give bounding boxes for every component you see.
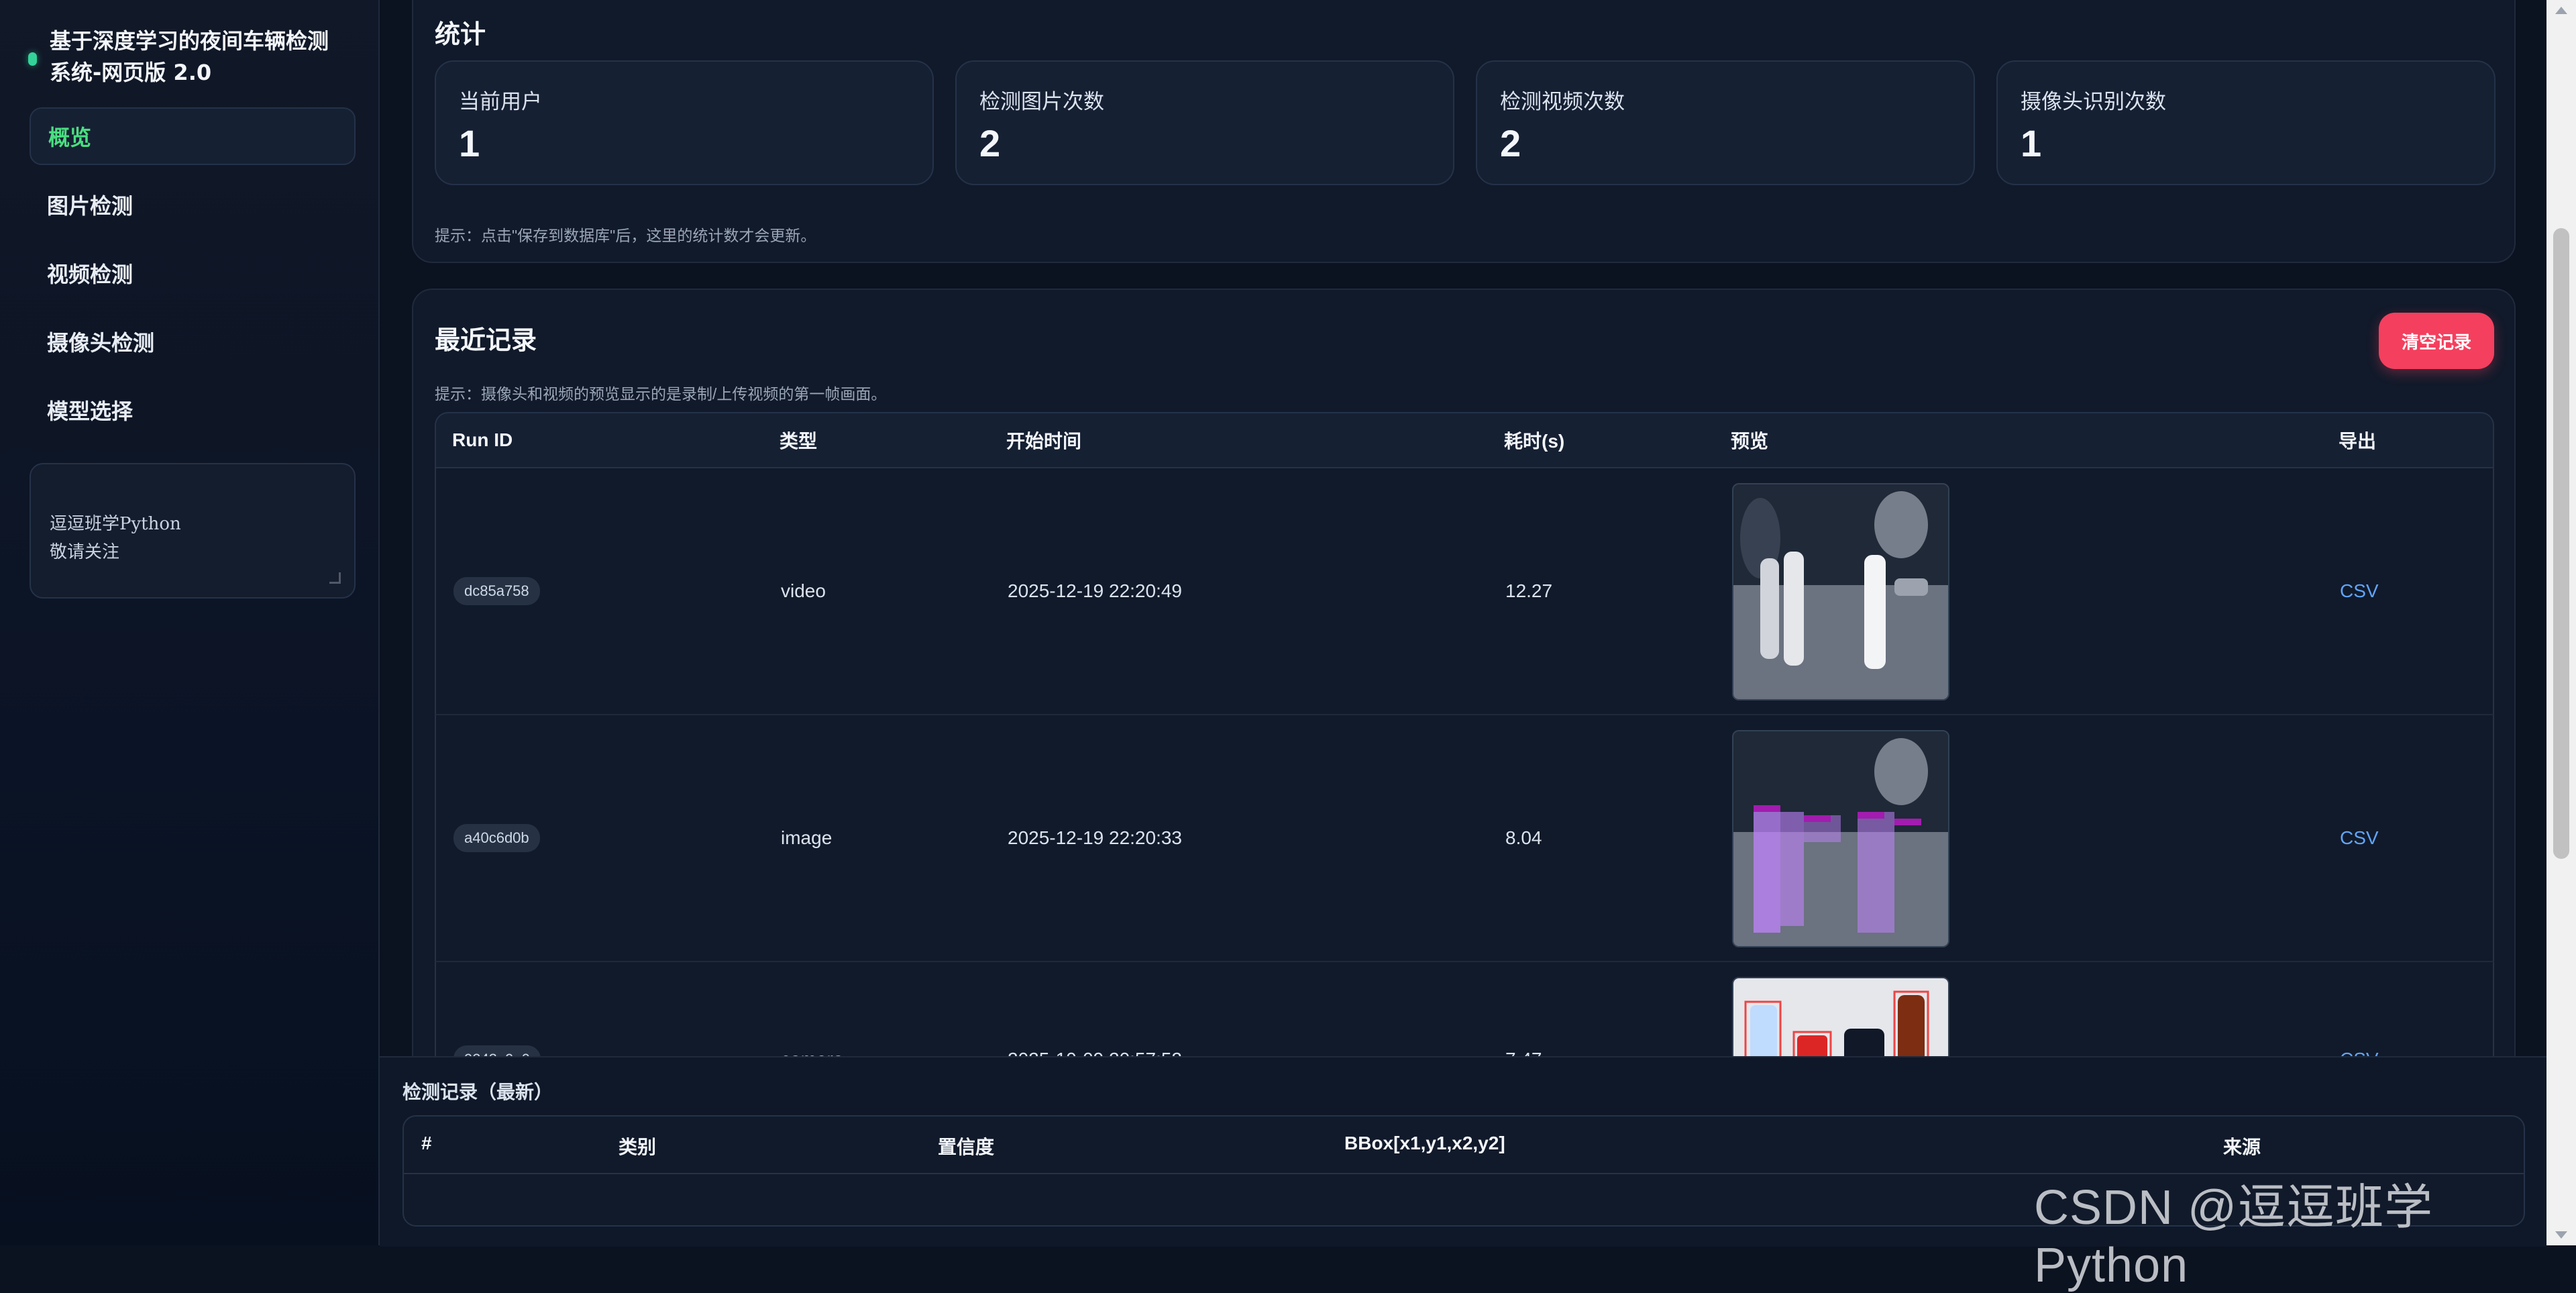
scroll-up-arrow-icon[interactable] [2555,7,2567,14]
column-header: 置信度 [938,1137,995,1157]
run-start-time: 2025-12-19 22:20:33 [1008,827,1182,848]
status-dot-icon [28,52,37,66]
run-type: video [781,580,826,601]
column-header: 开始时间 [1006,431,1082,452]
records-panel: 最近记录 清空记录 提示：摄像头和视频的预览显示的是录制/上传视频的第一帧画面。… [412,289,2516,1056]
table-row: a40c6d0b image 2025-12-19 22:20:33 8.04 [435,715,2494,962]
page-scrollbar[interactable] [2546,0,2576,1245]
table-row: 9243a9e0 camera 2025-10-09 20:57:52 7.47 [435,962,2494,1056]
main-content: 统计 当前用户 1 检测图片次数 2 检测视频次数 2 摄像头识别次数 1 提示… [380,0,2546,1056]
stats-hint: 提示：点击"保存到数据库"后，这里的统计数才会更新。 [435,227,816,244]
run-type: camera [781,1049,843,1056]
clear-records-button[interactable]: 清空记录 [2379,313,2494,369]
stat-value: 1 [2021,122,2042,164]
column-header: 导出 [2339,431,2377,452]
stats-title: 统计 [435,21,486,49]
column-header: # [421,1133,432,1153]
stat-card-current-user: 当前用户 1 [435,60,934,185]
records-title: 最近记录 [435,327,537,355]
sidebar-item-image-detection[interactable]: 图片检测 [30,176,356,234]
detection-table-header: # 类别 置信度 BBox[x1,y1,x2,y2] 来源 [404,1117,2524,1174]
stat-label: 检测图片次数 [979,90,1104,113]
column-header: 耗时(s) [1504,431,1565,452]
run-type: image [781,827,833,848]
camera-preview-image [1733,978,1948,1056]
stat-label: 检测视频次数 [1500,90,1625,113]
resize-handle-icon[interactable] [329,572,341,584]
export-csv-link[interactable]: CSV [2340,1049,2379,1056]
stats-panel: 统计 当前用户 1 检测图片次数 2 检测视频次数 2 摄像头识别次数 1 提示… [412,0,2516,263]
sidebar-item-camera-detection[interactable]: 摄像头检测 [30,313,356,370]
stat-value: 2 [979,122,1001,164]
stat-card-camera-count: 摄像头识别次数 1 [1996,60,2496,185]
preview-thumbnail[interactable] [1732,977,1949,1056]
stat-card-video-count: 检测视频次数 2 [1476,60,1975,185]
note-textarea[interactable]: 逗逗班学Python 敬请关注 [30,463,356,599]
brand: 基于深度学习的夜间车辆检测系统-网页版 2.0 [28,25,343,89]
stat-label: 当前用户 [459,90,542,113]
stat-value: 2 [1500,122,1521,164]
records-hint: 提示：摄像头和视频的预览显示的是录制/上传视频的第一帧画面。 [435,385,887,403]
run-start-time: 2025-10-09 20:57:52 [1008,1049,1182,1056]
column-header: BBox[x1,y1,x2,y2] [1344,1133,1505,1153]
run-id-badge: dc85a758 [453,577,540,605]
column-header: 来源 [2223,1137,2261,1157]
column-header: 类型 [780,431,818,452]
run-start-time: 2025-12-19 22:20:49 [1008,580,1182,601]
column-header: Run ID [452,429,513,450]
sidebar-item-overview[interactable]: 概览 [30,107,356,165]
table-header: Run ID 类型 开始时间 耗时(s) 预览 导出 [435,412,2494,468]
stat-cards: 当前用户 1 检测图片次数 2 检测视频次数 2 摄像头识别次数 1 [435,60,2496,185]
records-table: Run ID 类型 开始时间 耗时(s) 预览 导出 dc85a758 vide… [435,412,2494,1056]
sidebar-item-model-selection[interactable]: 模型选择 [30,381,356,439]
stat-value: 1 [459,122,480,164]
video-preview-image [1733,484,1948,699]
export-csv-link[interactable]: CSV [2340,827,2379,849]
preview-thumbnail[interactable] [1732,483,1949,701]
stat-label: 摄像头识别次数 [2021,90,2166,113]
watermark: CSDN @逗逗班学Python [2034,1181,2434,1292]
sidebar-nav: 概览 图片检测 视频检测 摄像头检测 模型选择 [30,107,356,450]
image-preview-image [1733,731,1948,946]
app-title: 基于深度学习的夜间车辆检测系统-网页版 2.0 [50,28,329,85]
note-text: 逗逗班学Python 敬请关注 [50,514,181,562]
run-duration: 12.27 [1505,580,1553,601]
run-id-badge: a40c6d0b [453,824,540,852]
sidebar-item-video-detection[interactable]: 视频检测 [30,244,356,302]
column-header: 类别 [619,1137,657,1157]
sidebar: 基于深度学习的夜间车辆检测系统-网页版 2.0 概览 图片检测 视频检测 摄像头… [0,0,380,1245]
stat-card-image-count: 检测图片次数 2 [955,60,1454,185]
export-csv-link[interactable]: CSV [2340,580,2379,602]
scrollbar-thumb[interactable] [2553,228,2569,859]
detection-records-title: 检测记录（最新） [402,1082,553,1102]
preview-thumbnail[interactable] [1732,730,1949,947]
column-header: 预览 [1731,431,1769,452]
run-id-badge: 9243a9e0 [453,1045,541,1056]
run-duration: 8.04 [1505,827,1542,848]
table-row: dc85a758 video 2025-12-19 22:20:49 12.27 [435,468,2494,715]
run-duration: 7.47 [1505,1049,1542,1056]
